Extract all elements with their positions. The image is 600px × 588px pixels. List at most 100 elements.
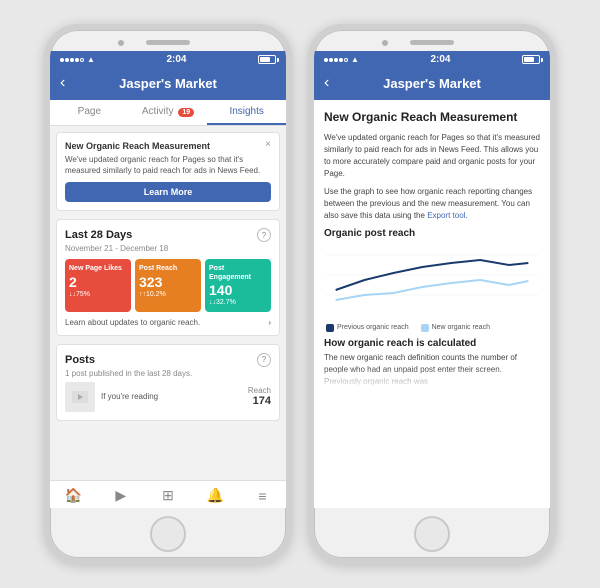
battery-right xyxy=(522,55,540,64)
tab-page[interactable]: Page xyxy=(50,100,129,125)
post-thumbnail xyxy=(65,382,95,412)
legend-previous: Previous organic reach xyxy=(326,324,409,332)
posts-header: Posts ? xyxy=(65,353,271,367)
home-button-left[interactable] xyxy=(150,516,186,552)
nav-home[interactable]: 🏠 xyxy=(50,487,97,504)
stat-value-engagement: 140 xyxy=(209,282,267,299)
battery-fill-left xyxy=(260,57,270,62)
chevron-right-icon: › xyxy=(268,318,271,327)
dot1 xyxy=(60,58,64,62)
article-content: New Organic Reach Measurement We've upda… xyxy=(314,100,550,508)
status-battery-area-left xyxy=(258,55,276,64)
battery-left xyxy=(258,55,276,64)
stats-row: New Page Likes 2 ↓75% Post Reach 323 ↑10… xyxy=(65,259,271,312)
nav-bell[interactable]: 🔔 xyxy=(192,487,239,504)
article-para-1: We've updated organic reach for Pages so… xyxy=(324,132,540,180)
status-bar-left: ▲ 2:04 xyxy=(50,51,286,68)
posts-section: Posts ? 1 post published in the last 28 … xyxy=(56,344,280,421)
screen-left: ▲ 2:04 ‹ Jasper's Market Page xyxy=(50,51,286,508)
rdot4 xyxy=(339,58,343,62)
stat-change-reach: ↑10.2% xyxy=(139,291,197,298)
stat-value-reach: 323 xyxy=(139,274,197,291)
stat-post-reach: Post Reach 323 ↑10.2% xyxy=(135,259,201,312)
nav-bar-right: ‹ Jasper's Market xyxy=(314,68,550,100)
tab-activity[interactable]: Activity 19 xyxy=(129,100,208,125)
export-link[interactable]: Export tool xyxy=(427,211,465,220)
rdot3 xyxy=(334,58,338,62)
post-reach-value: 174 xyxy=(248,395,271,407)
tabs-left: Page Activity 19 Insights xyxy=(50,100,286,126)
chart-legend: Previous organic reach New organic reach xyxy=(326,324,538,332)
posts-subtitle: 1 post published in the last 28 days. xyxy=(65,369,271,378)
camera-right xyxy=(382,40,388,46)
close-icon[interactable]: × xyxy=(265,139,271,150)
stats-title: Last 28 Days xyxy=(65,229,132,241)
wifi-icon: ▲ xyxy=(87,55,95,64)
content-left: × New Organic Reach Measurement We've up… xyxy=(50,126,286,480)
question-icon[interactable]: ? xyxy=(257,228,271,242)
signal-dots-right xyxy=(324,58,348,62)
nav-title-right: Jasper's Market xyxy=(342,76,522,91)
article-body: New Organic Reach Measurement We've upda… xyxy=(314,100,550,508)
dot2 xyxy=(65,58,69,62)
notification-card: × New Organic Reach Measurement We've up… xyxy=(56,132,280,211)
speaker-left xyxy=(146,40,190,45)
speaker-right xyxy=(410,40,454,45)
article-title: New Organic Reach Measurement xyxy=(324,110,540,126)
chart-title: Organic post reach xyxy=(324,228,540,239)
dot5 xyxy=(80,58,84,62)
stat-label-reach: Post Reach xyxy=(139,265,197,273)
posts-title: Posts xyxy=(65,354,95,366)
post-reach-label: Reach xyxy=(248,386,271,395)
stat-change-engagement: ↓32.7% xyxy=(209,299,267,306)
organic-link[interactable]: Learn about updates to organic reach. › xyxy=(65,318,271,327)
learn-more-button[interactable]: Learn More xyxy=(65,182,271,202)
post-description: If you're reading xyxy=(101,392,242,401)
left-phone: ▲ 2:04 ‹ Jasper's Market Page xyxy=(44,24,292,564)
home-button-right[interactable] xyxy=(414,516,450,552)
status-time-right: 2:04 xyxy=(430,54,450,65)
stat-value-likes: 2 xyxy=(69,274,127,291)
nav-menu[interactable]: ≡ xyxy=(239,487,286,504)
dot3 xyxy=(70,58,74,62)
stat-label-likes: New Page Likes xyxy=(69,265,127,273)
bottom-nav-left: 🏠 ▶ ⊞ 🔔 ≡ xyxy=(50,480,286,508)
posts-question-icon[interactable]: ? xyxy=(257,353,271,367)
nav-grid[interactable]: ⊞ xyxy=(144,487,191,504)
stat-label-engagement: Post Engagement xyxy=(209,265,267,282)
notification-text: We've updated organic reach for Pages so… xyxy=(65,154,271,176)
stats-section: Last 28 Days ? November 21 - December 18… xyxy=(56,219,280,336)
status-signal-area-right: ▲ xyxy=(324,55,359,64)
rdot1 xyxy=(324,58,328,62)
phone-top-bar-right xyxy=(314,30,550,51)
right-phone: ▲ 2:04 ‹ Jasper's Market New Organic Rea… xyxy=(308,24,556,564)
dot4 xyxy=(75,58,79,62)
signal-dots xyxy=(60,58,84,62)
status-bar-right: ▲ 2:04 xyxy=(314,51,550,68)
back-button-right[interactable]: ‹ xyxy=(324,74,342,92)
status-battery-area-right xyxy=(522,55,540,64)
rdot5 xyxy=(344,58,348,62)
stat-post-engagement: Post Engagement 140 ↓32.7% xyxy=(205,259,271,312)
nav-title-left: Jasper's Market xyxy=(78,76,258,91)
tab-insights[interactable]: Insights xyxy=(207,100,286,125)
status-time-left: 2:04 xyxy=(166,54,186,65)
nav-video[interactable]: ▶ xyxy=(97,487,144,504)
reach-chart xyxy=(326,245,538,315)
home-button-area-left xyxy=(50,508,286,558)
stat-change-likes: ↓75% xyxy=(69,291,127,298)
legend-dot-new xyxy=(421,324,429,332)
camera-left xyxy=(118,40,124,46)
phone-top-bar-left xyxy=(50,30,286,51)
notification-title: New Organic Reach Measurement xyxy=(65,141,271,151)
legend-dot-previous xyxy=(326,324,334,332)
activity-badge: 19 xyxy=(178,108,194,117)
rdot2 xyxy=(329,58,333,62)
screen-right: ▲ 2:04 ‹ Jasper's Market New Organic Rea… xyxy=(314,51,550,508)
stats-date-range: November 21 - December 18 xyxy=(65,244,271,253)
nav-bar-left: ‹ Jasper's Market xyxy=(50,68,286,100)
back-button-left[interactable]: ‹ xyxy=(60,74,78,92)
legend-new: New organic reach xyxy=(421,324,490,332)
home-button-area-right xyxy=(314,508,550,558)
wifi-icon-right: ▲ xyxy=(351,55,359,64)
